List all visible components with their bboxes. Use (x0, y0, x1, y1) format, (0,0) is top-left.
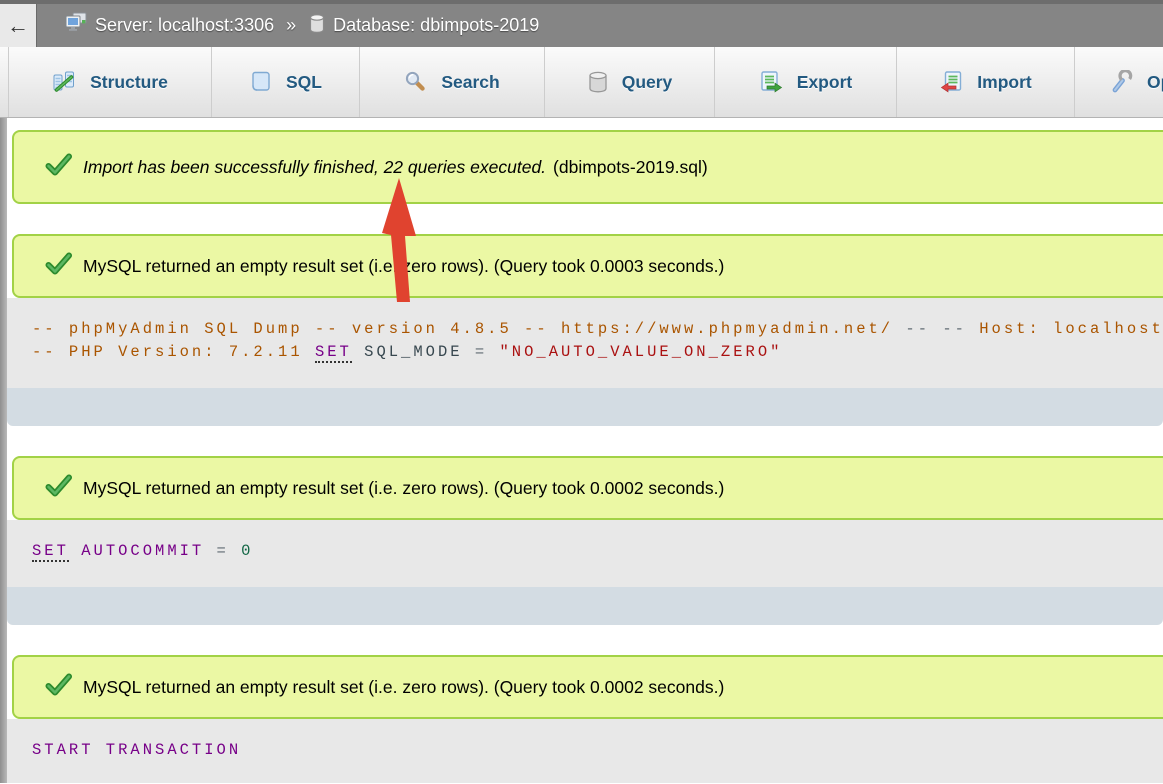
query-result-block: MySQL returned an empty result set (i.e.… (7, 456, 1163, 625)
import-success-banner: Import has been successfully finished, 2… (12, 130, 1163, 204)
success-message-box: MySQL returned an empty result set (i.e.… (12, 655, 1163, 719)
import-file-name: (dbimpots-2019.sql) (553, 157, 708, 177)
sql-token: -- phpMyAdmin SQL Dump -- version 4.8.5 … (32, 320, 893, 338)
tab-label: Export (797, 72, 852, 93)
operations-icon (1110, 70, 1134, 94)
server-label: Server: localhost:3306 (95, 15, 274, 36)
sql-token: -- -- (893, 320, 979, 338)
database-tabbar: Structure SQL Search Query Export Import Opera… (0, 47, 1163, 118)
sql-code-block: -- phpMyAdmin SQL Dump -- version 4.8.5 … (7, 298, 1163, 388)
tab-label: Search (441, 72, 499, 93)
result-message: MySQL returned an empty result set (i.e.… (83, 677, 724, 698)
breadcrumb-separator: » (286, 15, 296, 36)
search-icon (404, 70, 428, 94)
export-icon (759, 70, 784, 94)
success-check-icon (45, 474, 72, 503)
tab-structure[interactable]: Structure (8, 47, 212, 117)
tab-import[interactable]: Import (897, 47, 1075, 117)
database-label: Database: dbimpots-2019 (333, 15, 539, 36)
tab-export[interactable]: Export (715, 47, 897, 117)
query-icon (587, 70, 609, 94)
tab-operations[interactable]: Operations (1075, 47, 1163, 117)
sql-token: START TRANSACTION (32, 741, 241, 759)
tab-label: Structure (90, 72, 168, 93)
sql-code-block: START TRANSACTION (7, 719, 1163, 783)
sql-token: = (204, 542, 241, 560)
sql-token: Host: localhost (979, 320, 1163, 338)
sql-token: SQL_MODE (364, 343, 462, 361)
tab-label: Operations (1147, 72, 1163, 93)
success-message-box: MySQL returned an empty result set (i.e.… (12, 456, 1163, 520)
server-icon (64, 12, 88, 39)
query-result-block: MySQL returned an empty result set (i.e.… (7, 234, 1163, 426)
sql-token: -- PHP Version: 7.2.11 (32, 343, 315, 361)
query-result-block: MySQL returned an empty result set (i.e.… (7, 655, 1163, 783)
tab-label: Import (977, 72, 1031, 93)
success-check-icon (45, 252, 72, 281)
result-message: MySQL returned an empty result set (i.e.… (83, 478, 724, 499)
tab-query[interactable]: Query (545, 47, 715, 117)
sql-keyword-doc-link[interactable]: SET (32, 542, 69, 562)
sql-code-block: SET AUTOCOMMIT = 0 (7, 520, 1163, 587)
sql-token: AUTOCOMMIT (81, 542, 204, 560)
sql-token (352, 343, 364, 361)
tab-search[interactable]: Search (360, 47, 545, 117)
server-link[interactable]: Server: localhost:3306 (64, 12, 274, 39)
back-button[interactable]: ← (0, 4, 37, 47)
breadcrumb: Server: localhost:3306 » Database: dbimp… (64, 4, 539, 47)
sql-token: "NO_AUTO_VALUE_ON_ZERO" (499, 343, 782, 361)
back-arrow-icon: ← (7, 13, 29, 39)
breadcrumb-bar: ← Server: localhost:3306 » Database: dbi… (0, 0, 1163, 47)
success-message-box: MySQL returned an empty result set (i.e.… (12, 234, 1163, 298)
success-check-icon (45, 153, 72, 182)
result-message: MySQL returned an empty result set (i.e.… (83, 256, 724, 277)
sql-keyword-doc-link[interactable]: SET (315, 343, 352, 363)
structure-icon (52, 70, 77, 94)
result-tools-bar (7, 587, 1163, 625)
tab-label: SQL (286, 72, 322, 93)
database-icon (308, 13, 326, 39)
nav-resize-handle[interactable] (0, 118, 7, 783)
import-icon (939, 70, 964, 94)
main-content: Import has been successfully finished, 2… (0, 118, 1163, 783)
sql-icon (249, 70, 273, 94)
database-link[interactable]: Database: dbimpots-2019 (308, 13, 539, 39)
code-line: START TRANSACTION (32, 739, 1163, 762)
success-check-icon (45, 673, 72, 702)
code-line: -- phpMyAdmin SQL Dump -- version 4.8.5 … (32, 318, 1163, 341)
sql-token: 0 (241, 542, 253, 560)
code-line: -- PHP Version: 7.2.11 SET SQL_MODE = "N… (32, 341, 1163, 364)
code-line: SET AUTOCOMMIT = 0 (32, 540, 1163, 563)
tab-sql[interactable]: SQL (212, 47, 360, 117)
sql-token (69, 542, 81, 560)
sql-token: = (463, 343, 500, 361)
result-tools-bar (7, 388, 1163, 426)
import-success-message: Import has been successfully finished, 2… (83, 157, 546, 177)
tab-label: Query (622, 72, 673, 93)
